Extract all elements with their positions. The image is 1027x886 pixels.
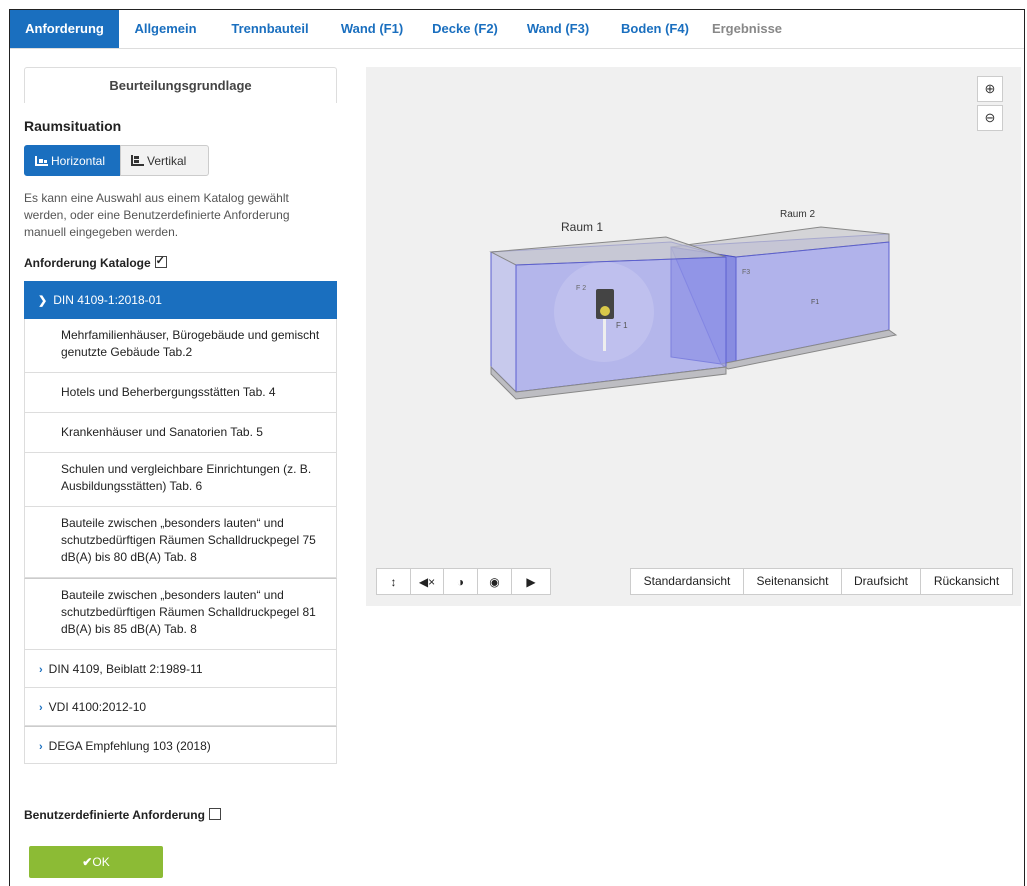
vertikal-toggle[interactable]: Vertikal	[120, 145, 209, 176]
accordion-dega-103[interactable]: › DEGA Empfehlung 103 (2018)	[24, 726, 337, 764]
zoom-out-button[interactable]: ⊖	[977, 105, 1003, 131]
accordion-vdi-4100[interactable]: › VDI 4100:2012-10	[24, 688, 337, 726]
horizontal-room-icon	[35, 156, 48, 166]
list-item-label: Krankenhäuser und Sanatorien Tab. 5	[61, 425, 263, 439]
chevron-right-icon: ›	[39, 664, 43, 676]
tab-decke-f2[interactable]: Decke (F2)	[420, 10, 510, 48]
draufsicht-button[interactable]: Draufsicht	[841, 568, 921, 595]
check-icon: ✔	[82, 855, 93, 869]
contrast-icon: ◑	[456, 575, 465, 589]
raumsituation-heading: Raumsituation	[24, 118, 122, 134]
camera-icon: ◉	[489, 575, 500, 589]
accordion-label: DEGA Empfehlung 103 (2018)	[48, 739, 211, 753]
accordion-din-4109-beiblatt[interactable]: › DIN 4109, Beiblatt 2:1989-11	[24, 650, 337, 688]
camera-button[interactable]: ◉	[477, 568, 512, 595]
description-text: Es kann eine Auswahl aus einem Katalog g…	[24, 191, 290, 239]
list-item[interactable]: Hotels und Beherbergungsstätten Tab. 4	[24, 373, 337, 413]
face-label-f1-left: F 1	[616, 321, 628, 330]
chevron-down-icon: ❯	[38, 295, 48, 307]
zoom-out-icon: ⊖	[984, 110, 996, 125]
benutzer-label: Benutzerdefinierte Anforderung	[24, 808, 205, 822]
accordion-label: DIN 4109, Beiblatt 2:1989-11	[48, 662, 203, 676]
kataloge-label: Anforderung Kataloge	[24, 256, 151, 270]
list-item[interactable]: Mehrfamilienhäuser, Bürogebäude und gemi…	[24, 319, 337, 373]
tab-trennbauteil[interactable]: Trennbauteil	[215, 10, 325, 48]
tab-wand-f1[interactable]: Wand (F1)	[330, 10, 414, 48]
room1-label: Raum 1	[561, 220, 603, 234]
list-item[interactable]: Schulen und vergleichbare Einrichtungen …	[24, 453, 337, 507]
list-item-label: Schulen und vergleichbare Einrichtungen …	[61, 462, 312, 493]
kataloge-checkbox[interactable]	[154, 254, 167, 268]
chevron-right-icon: ›	[39, 741, 43, 753]
room2-label: Raum 2	[780, 209, 815, 220]
mute-icon: ◀×	[418, 575, 436, 589]
accordion-label: VDI 4100:2012-10	[48, 700, 147, 714]
vertical-room-icon	[131, 155, 144, 166]
face-label-f3: F3	[742, 269, 750, 276]
tab-bar: Anforderung Allgemein Trennbauteil Wand …	[10, 10, 1024, 49]
benutzer-checkbox[interactable]	[208, 808, 221, 820]
face-label-f1-right: F1	[811, 299, 819, 306]
play-button[interactable]: ▶	[511, 568, 551, 595]
list-item-label: Mehrfamilienhäuser, Bürogebäude und gemi…	[61, 328, 320, 359]
accordion-din-4109-1[interactable]: ❯ DIN 4109-1:2018-01	[24, 281, 337, 319]
accordion-label: DIN 4109-1:2018-01	[53, 293, 162, 307]
face-label-f2: F 2	[576, 285, 586, 292]
tab-ergebnisse[interactable]: Ergebnisse	[704, 10, 790, 48]
benutzer-row[interactable]: Benutzerdefinierte Anforderung	[24, 808, 221, 822]
panel-title: Beurteilungsgrundlage	[24, 67, 337, 103]
standardansicht-button[interactable]: Standardansicht	[630, 568, 744, 595]
contrast-button[interactable]: ◑	[443, 568, 478, 595]
list-item-label: Hotels und Beherbergungsstätten Tab. 4	[61, 385, 276, 399]
room-model: Raum 1 Raum 2 F 1 F1 F3 F 2	[489, 209, 898, 400]
zoom-in-icon: ⊕	[984, 81, 996, 96]
3d-viewer[interactable]: Raum 1 Raum 2 F 1 F1 F3 F 2 ⊕ ⊖	[366, 67, 1021, 606]
speaker-cone	[600, 306, 610, 316]
horizontal-toggle[interactable]: Horizontal	[24, 145, 120, 176]
rueckansicht-button[interactable]: Rückansicht	[920, 568, 1013, 595]
height-button[interactable]: ↕	[376, 568, 411, 595]
mute-button[interactable]: ◀×	[410, 568, 444, 595]
list-item[interactable]: Krankenhäuser und Sanatorien Tab. 5	[24, 413, 337, 453]
play-icon: ▶	[526, 575, 536, 589]
tab-allgemein[interactable]: Allgemein	[119, 10, 212, 48]
list-item-label: Bauteile zwischen „besonders lauten“ und…	[61, 516, 316, 564]
tab-wand-f3[interactable]: Wand (F3)	[516, 10, 600, 48]
ok-label: OK	[92, 855, 110, 869]
tab-boden-f4[interactable]: Boden (F4)	[610, 10, 700, 48]
ok-button[interactable]: ✔OK	[29, 846, 163, 878]
horizontal-label: Horizontal	[51, 154, 106, 168]
vertikal-label: Vertikal	[147, 154, 187, 168]
zoom-in-button[interactable]: ⊕	[977, 76, 1003, 102]
seitenansicht-button[interactable]: Seitenansicht	[743, 568, 842, 595]
tab-anforderung[interactable]: Anforderung	[10, 10, 119, 48]
kataloge-row[interactable]: Anforderung Kataloge	[24, 254, 167, 270]
list-item-label: Bauteile zwischen „besonders lauten“ und…	[61, 588, 316, 636]
height-icon: ↕	[390, 575, 397, 589]
chevron-right-icon: ›	[39, 702, 43, 714]
list-item[interactable]: Bauteile zwischen „besonders lauten“ und…	[24, 578, 337, 650]
speaker-stand	[603, 319, 606, 351]
list-item[interactable]: Bauteile zwischen „besonders lauten“ und…	[24, 507, 337, 578]
